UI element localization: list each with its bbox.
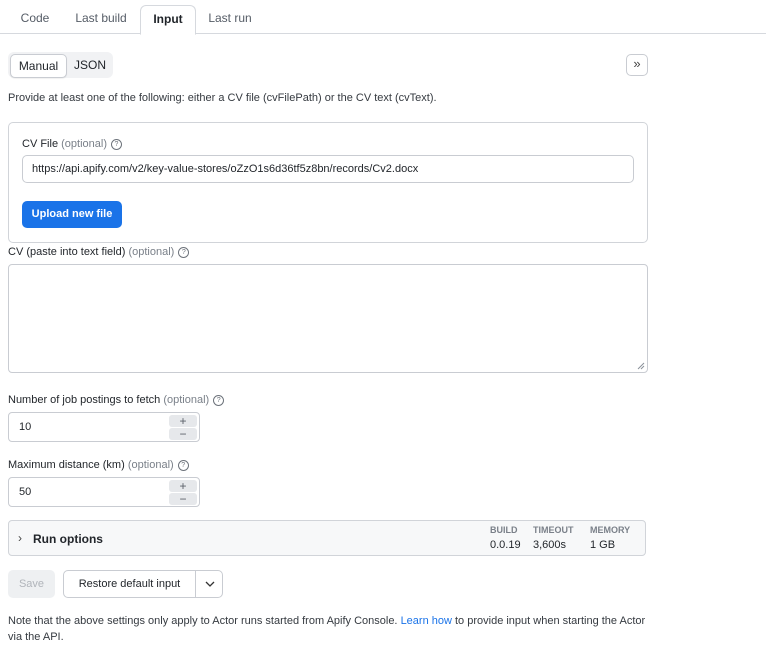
timeout-label: TIMEOUT bbox=[533, 525, 574, 535]
cv-text-area[interactable] bbox=[8, 264, 648, 373]
build-label: BUILD bbox=[490, 525, 518, 535]
job-postings-value[interactable]: 10 bbox=[19, 421, 31, 433]
input-mode-toggle: Manual JSON bbox=[8, 52, 113, 78]
api-note: Note that the above settings only apply … bbox=[8, 613, 648, 645]
memory-value: 1 GB bbox=[590, 539, 616, 551]
job-postings-label: Number of job postings to fetch (optiona… bbox=[8, 394, 225, 406]
plus-icon: + bbox=[179, 414, 187, 428]
help-icon[interactable]: ? bbox=[177, 460, 189, 471]
manual-mode-button[interactable]: Manual bbox=[10, 54, 67, 78]
increment-button[interactable]: + bbox=[169, 415, 197, 427]
run-options-title[interactable]: Run options bbox=[33, 532, 103, 546]
optional-tag: (optional) bbox=[163, 394, 210, 406]
memory-label: MEMORY bbox=[590, 525, 631, 535]
optional-tag: (optional) bbox=[61, 138, 107, 150]
restore-default-input-button[interactable]: Restore default input bbox=[63, 570, 223, 598]
note-text: Note that the above settings only apply … bbox=[8, 615, 398, 627]
cv-file-label: CV File (optional)? bbox=[22, 138, 122, 150]
cv-file-label-text: CV File bbox=[22, 138, 59, 150]
help-icon[interactable]: ? bbox=[178, 247, 190, 258]
cv-file-url-input[interactable]: https://api.apify.com/v2/key-value-store… bbox=[22, 155, 634, 183]
tab-bar: Code Last build Input Last run bbox=[0, 0, 766, 35]
chevron-right-icon[interactable]: › bbox=[18, 531, 22, 545]
cv-text-label-text: CV (paste into text field) bbox=[8, 246, 126, 258]
timeout-value: 3,600s bbox=[533, 539, 567, 551]
tab-last-build[interactable]: Last build bbox=[68, 5, 134, 32]
cv-file-card: CV File (optional)? https://api.apify.co… bbox=[8, 122, 648, 243]
max-distance-stepper[interactable]: 50 + − bbox=[8, 477, 200, 507]
help-icon[interactable]: ? bbox=[213, 395, 225, 406]
max-distance-value[interactable]: 50 bbox=[19, 486, 31, 498]
resize-grip-icon[interactable] bbox=[637, 362, 645, 370]
input-hint: Provide at least one of the following: e… bbox=[8, 92, 437, 104]
cv-text-label: CV (paste into text field) (optional)? bbox=[8, 246, 190, 258]
learn-how-link[interactable]: Learn how bbox=[401, 615, 452, 627]
chevron-down-icon[interactable] bbox=[196, 571, 223, 597]
job-postings-label-text: Number of job postings to fetch bbox=[8, 394, 161, 406]
run-options-panel[interactable]: › Run options BUILD 0.0.19 TIMEOUT 3,600… bbox=[8, 520, 646, 556]
upload-new-file-button[interactable]: Upload new file bbox=[22, 201, 122, 228]
max-distance-label-text: Maximum distance (km) bbox=[8, 459, 125, 471]
max-distance-label: Maximum distance (km) (optional)? bbox=[8, 459, 189, 471]
save-button[interactable]: Save bbox=[8, 570, 55, 598]
tab-input[interactable]: Input bbox=[140, 5, 196, 35]
increment-button[interactable]: + bbox=[169, 480, 197, 492]
minus-icon: − bbox=[179, 492, 187, 506]
help-icon[interactable]: ? bbox=[110, 139, 122, 150]
tab-code[interactable]: Code bbox=[8, 5, 62, 32]
double-chevron-right-icon: » bbox=[633, 56, 641, 71]
minus-icon: − bbox=[179, 427, 187, 441]
optional-tag: (optional) bbox=[128, 246, 175, 258]
job-postings-stepper[interactable]: 10 + − bbox=[8, 412, 200, 442]
plus-icon: + bbox=[179, 479, 187, 493]
decrement-button[interactable]: − bbox=[169, 493, 197, 505]
build-value: 0.0.19 bbox=[490, 539, 521, 551]
json-mode-button[interactable]: JSON bbox=[70, 54, 110, 76]
decrement-button[interactable]: − bbox=[169, 428, 197, 440]
collapse-panel-button[interactable]: » bbox=[626, 54, 648, 76]
optional-tag: (optional) bbox=[127, 459, 174, 471]
tab-last-run[interactable]: Last run bbox=[200, 5, 260, 32]
restore-default-input-label[interactable]: Restore default input bbox=[64, 571, 195, 597]
